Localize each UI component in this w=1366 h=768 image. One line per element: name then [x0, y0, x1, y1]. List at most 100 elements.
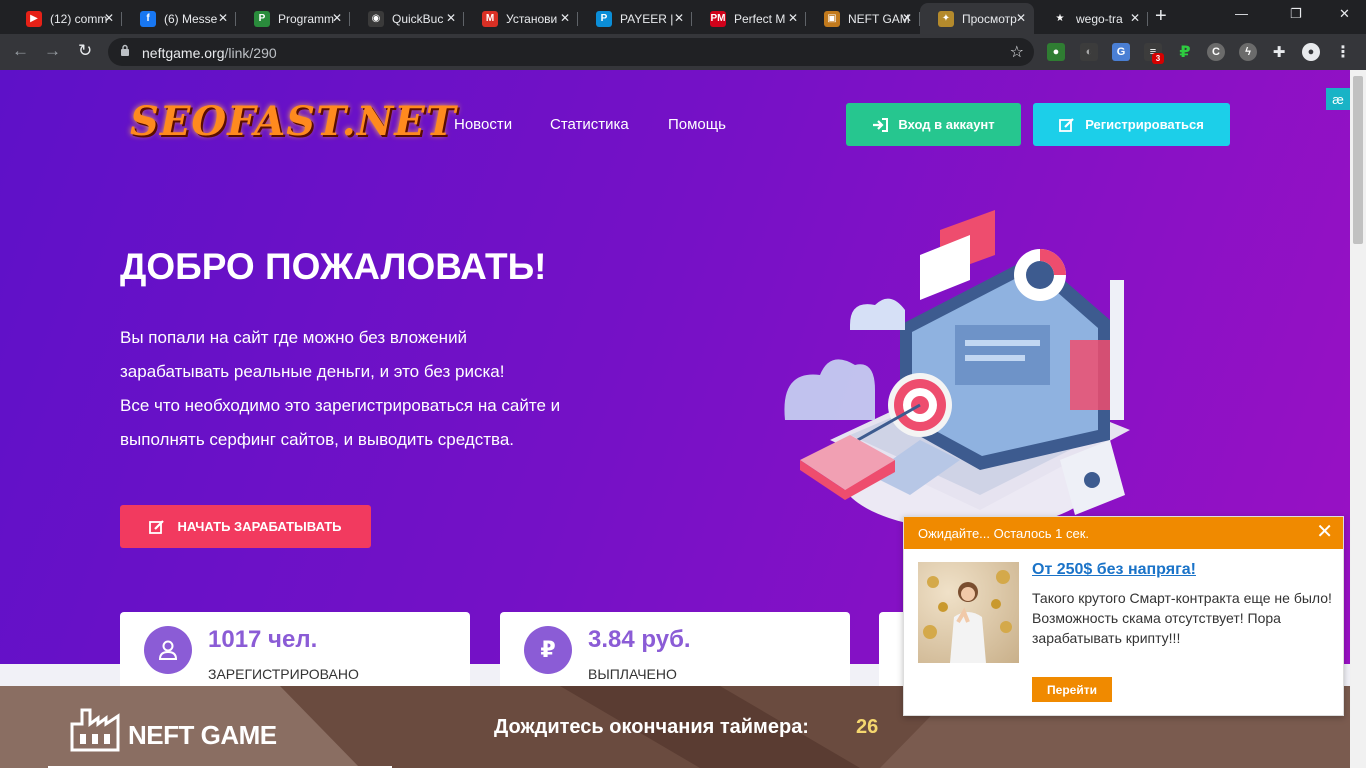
- nav-news[interactable]: Новости: [454, 116, 512, 133]
- extension-c-icon[interactable]: C: [1207, 43, 1225, 61]
- hero-illustration: [784, 210, 1130, 530]
- reload-icon[interactable]: ↻: [78, 41, 92, 61]
- browser-tab[interactable]: P Programm ✕: [236, 3, 350, 34]
- hero-line: Вы попали на сайт где можно без вложений: [120, 328, 468, 347]
- go-button[interactable]: Перейти: [1032, 677, 1112, 702]
- nav-help[interactable]: Помощь: [668, 116, 726, 133]
- tab-title: Programm: [278, 11, 335, 26]
- hero-title: ДОБРО ПОЖАЛОВАТЬ!: [120, 246, 547, 287]
- close-window-icon[interactable]: ✕: [1339, 6, 1350, 22]
- browser-tab[interactable]: ◉ QuickBuc ✕: [350, 3, 464, 34]
- start-earning-label: НАЧАТЬ ЗАРАБАТЫВАТЬ: [177, 519, 342, 534]
- tab-close-icon[interactable]: ✕: [1130, 11, 1140, 25]
- browser-tab[interactable]: M Установи ✕: [464, 3, 578, 34]
- popup-countdown: Ожидайте... Осталось 1 сек.: [918, 526, 1089, 541]
- timer-text: Дождитесь окончания таймера:: [494, 716, 809, 738]
- neft-brand: NEFT GAME: [128, 720, 277, 750]
- browser-tab[interactable]: ★ wego-tra ✕: [1034, 3, 1148, 34]
- browser-tab[interactable]: ▶ (12) comm ✕: [8, 3, 122, 34]
- tab-title: NEFT GAM: [848, 11, 910, 26]
- minimize-icon[interactable]: —: [1235, 6, 1248, 21]
- close-icon[interactable]: ✕: [1316, 522, 1333, 542]
- hero-description: Вы попали на сайт где можно без вложений…: [120, 321, 680, 457]
- back-icon[interactable]: ←: [12, 41, 29, 61]
- tab-favicon-icon: f: [140, 10, 156, 27]
- stat-label: ЗАРЕГИСТРИРОВАНО: [208, 666, 359, 682]
- tab-title: PAYEER |: [620, 11, 674, 26]
- ad-description: Такого крутого Смарт-контракта еще не бы…: [1032, 590, 1332, 646]
- tab-title: (6) Messe: [164, 11, 218, 26]
- user-icon: [144, 626, 192, 674]
- tab-title: Perfect M: [734, 11, 786, 26]
- edit-icon: [149, 520, 165, 534]
- tab-favicon-icon: ★: [1052, 10, 1068, 27]
- browser-tab[interactable]: ✦ Просмотр ✕: [920, 3, 1034, 34]
- hero-line: выполнять серфинг сайтов, и выводить сре…: [120, 430, 515, 449]
- tab-separator: [1147, 12, 1148, 26]
- extensions-puzzle-icon[interactable]: ✚: [1270, 43, 1288, 61]
- tab-strip: + — ❐ ✕ ▶ (12) comm ✕ f (6) Messe ✕ P Programm ✕…: [0, 0, 1366, 34]
- start-earning-button[interactable]: НАЧАТЬ ЗАРАБАТЫВАТЬ: [120, 505, 371, 548]
- stat-value: 3.84 руб.: [588, 626, 691, 653]
- tab-close-icon[interactable]: ✕: [1016, 11, 1026, 25]
- tab-close-icon[interactable]: ✕: [902, 11, 912, 25]
- restore-icon[interactable]: ❐: [1290, 6, 1302, 22]
- ad-image[interactable]: [918, 562, 1019, 663]
- browser-toolbar: ← → ↻ neftgame.org/link/290 ☆ ● ◐ G ≡ 3 …: [0, 34, 1366, 70]
- extension-bolt-icon[interactable]: ϟ: [1239, 43, 1257, 61]
- tab-favicon-icon: PM: [710, 10, 726, 27]
- address-bar[interactable]: neftgame.org/link/290 ☆: [108, 38, 1034, 66]
- ruble-icon: ₽: [524, 626, 572, 674]
- profile-avatar-icon[interactable]: ●: [1302, 43, 1320, 61]
- ad-popup: Ожидайте... Осталось 1 сек. ✕ От 250$ бе…: [903, 516, 1344, 716]
- site-logo[interactable]: SEOFAST.NET: [130, 98, 457, 145]
- extension-globe-icon[interactable]: ●: [1047, 43, 1065, 61]
- tab-title: Просмотр: [962, 11, 1017, 26]
- extension-mouse-icon[interactable]: ◐: [1080, 43, 1098, 61]
- browser-menu-icon[interactable]: ⋮: [1334, 43, 1352, 61]
- corner-extension-badge[interactable]: æ: [1326, 88, 1350, 110]
- forward-icon[interactable]: →: [44, 41, 61, 61]
- tab-close-icon[interactable]: ✕: [560, 11, 570, 25]
- tab-favicon-icon: M: [482, 10, 498, 27]
- extension-ruble-icon[interactable]: ₽: [1176, 43, 1194, 61]
- new-tab-button[interactable]: +: [1155, 5, 1167, 28]
- hero-line: зарабатывать реальные деньги, и это без …: [120, 362, 505, 381]
- tab-close-icon[interactable]: ✕: [674, 11, 684, 25]
- tab-favicon-icon: P: [596, 10, 612, 27]
- tab-close-icon[interactable]: ✕: [104, 11, 114, 25]
- lock-icon: [121, 44, 129, 56]
- stat-card-paid: ₽ 3.84 руб. ВЫПЛАЧЕНО: [500, 612, 850, 692]
- stat-card-registered: 1017 чел. ЗАРЕГИСТРИРОВАНО: [120, 612, 470, 692]
- popup-header: Ожидайте... Осталось 1 сек. ✕: [904, 517, 1343, 549]
- tab-close-icon[interactable]: ✕: [332, 11, 342, 25]
- login-button[interactable]: Вход в аккаунт: [846, 103, 1021, 146]
- ad-title-link[interactable]: От 250$ без напряга!: [1032, 561, 1196, 579]
- login-label: Вход в аккаунт: [898, 117, 995, 132]
- tab-favicon-icon: ▣: [824, 10, 840, 27]
- timer-value: 26: [856, 716, 879, 738]
- browser-tab[interactable]: P PAYEER | ✕: [578, 3, 692, 34]
- tab-close-icon[interactable]: ✕: [788, 11, 798, 25]
- hero-line: Все что необходимо это зарегистрироватьс…: [120, 396, 561, 415]
- bookmark-star-icon[interactable]: ☆: [1010, 42, 1024, 62]
- sign-in-icon: [873, 117, 889, 132]
- browser-tab[interactable]: ▣ NEFT GAM ✕: [806, 3, 920, 34]
- tab-title: wego-tra: [1076, 11, 1123, 26]
- tab-title: QuickBuc: [392, 11, 444, 26]
- tab-favicon-icon: P: [254, 10, 270, 27]
- browser-tab[interactable]: PM Perfect M ✕: [692, 3, 806, 34]
- tab-close-icon[interactable]: ✕: [218, 11, 228, 25]
- extension-badge: 3: [1152, 53, 1164, 64]
- nav-statistics[interactable]: Статистика: [550, 116, 629, 133]
- tab-favicon-icon: ◉: [368, 10, 384, 27]
- stat-label: ВЫПЛАЧЕНО: [588, 666, 677, 682]
- page-scrollbar[interactable]: [1350, 70, 1366, 768]
- tab-close-icon[interactable]: ✕: [446, 11, 456, 25]
- register-button[interactable]: Регистрироваться: [1033, 103, 1230, 146]
- factory-logo-icon: [70, 708, 120, 752]
- translate-icon[interactable]: G: [1112, 43, 1130, 61]
- register-label: Регистрироваться: [1085, 117, 1204, 132]
- scrollbar-thumb[interactable]: [1353, 76, 1363, 244]
- browser-tab[interactable]: f (6) Messe ✕: [122, 3, 236, 34]
